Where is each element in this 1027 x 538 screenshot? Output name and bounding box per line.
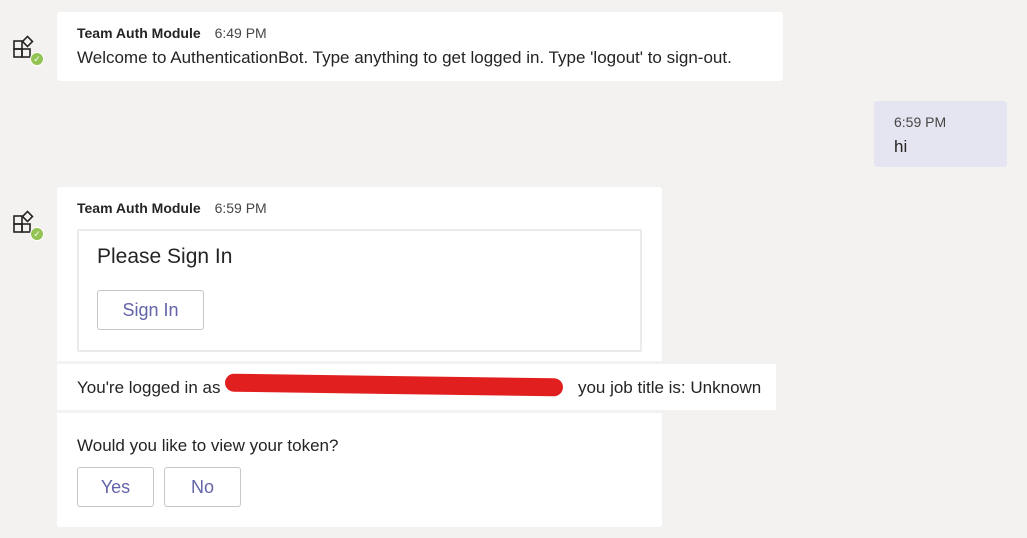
message-header: Team Auth Module 6:59 PM [77,200,267,216]
message-time: 6:59 PM [214,200,267,216]
user-message: 6:59 PM hi [874,101,1007,167]
message-text: Welcome to AuthenticationBot. Type anyth… [77,48,732,67]
bot-avatar[interactable]: ✓ [12,210,44,241]
logged-in-prefix: You're logged in as [77,378,221,397]
message-time: 6:59 PM [894,114,947,130]
bot-message-signin: Team Auth Module 6:59 PM Please Sign In … [57,187,662,361]
message-time: 6:49 PM [214,25,267,41]
bot-message-welcome: Team Auth Module 6:49 PM Welcome to Auth… [57,12,783,81]
bot-avatar[interactable]: ✓ [12,35,44,66]
no-button[interactable]: No [164,467,241,507]
message-text: hi [894,137,908,156]
bot-message-token-prompt: Would you like to view your token? Yes N… [57,413,662,527]
message-header: Team Auth Module 6:49 PM [77,25,267,41]
token-question: Would you like to view your token? [77,436,339,455]
sign-in-button[interactable]: Sign In [97,290,204,330]
available-status-icon: ✓ [30,52,44,66]
bot-message-logged-in: You're logged in as you job title is: Un… [57,364,776,410]
yes-button[interactable]: Yes [77,467,154,507]
available-status-icon: ✓ [30,227,44,241]
signin-card: Please Sign In Sign In [77,229,642,352]
card-title: Please Sign In [97,245,233,268]
sender-name[interactable]: Team Auth Module [77,25,201,41]
sender-name[interactable]: Team Auth Module [77,200,201,216]
job-title-text: you job title is: Unknown [577,378,762,397]
